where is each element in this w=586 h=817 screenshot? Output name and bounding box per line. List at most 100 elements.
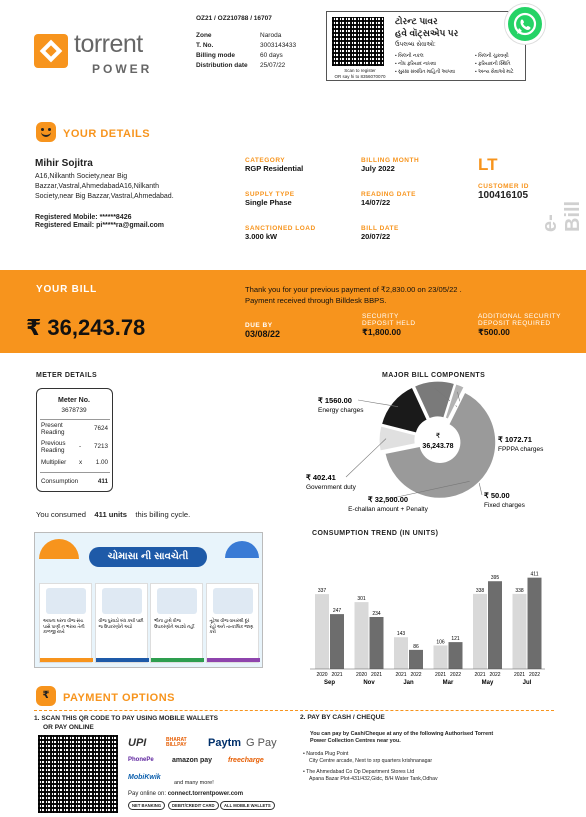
opt2-text: You can pay by Cash/Cheque at any of the…	[310, 731, 494, 744]
payment-divider	[34, 710, 554, 711]
centre-name: • The Ahmedabad Co Op Department Stores …	[303, 769, 415, 775]
wallet-logo-1[interactable]: UPI	[128, 737, 146, 749]
wallet-logo-4[interactable]: G Pay	[246, 737, 277, 749]
tip-illustration	[157, 588, 197, 614]
whatsapp-icon[interactable]	[505, 4, 545, 44]
trend-year-label: 2022	[450, 672, 461, 678]
payment-chip[interactable]: NET BANKING	[128, 801, 166, 810]
wa-title-2: હવે વૉટ્સએપ પર	[395, 28, 459, 38]
billing-month-value: July 2022	[361, 164, 395, 173]
components-title: MAJOR BILL COMPONENTS	[382, 372, 486, 379]
wallet-logo-7[interactable]: freecharge	[228, 757, 264, 764]
header-info-row: T. No. 3003143433	[196, 41, 306, 51]
trend-bar-value: 86	[413, 644, 419, 650]
wallet-logo-2[interactable]: BHARAT BILLPAY	[166, 738, 196, 748]
header-info-key: T. No.	[196, 42, 214, 49]
wa-service-item: • બિલની નકલ	[395, 54, 424, 59]
trend-bar-value: 395	[491, 575, 500, 581]
trend-year-label: 2022	[489, 672, 500, 678]
pie-center-value: 36,243.78	[422, 443, 453, 450]
customer-name: Mihir Sojitra	[35, 158, 93, 169]
wa-service-item: • અન્ય સેવાઓ માટે	[475, 70, 514, 75]
trend-month-label: Sep	[324, 680, 335, 686]
pie-value-label: ₹ 402.41	[306, 473, 336, 482]
previous-payment-msg: Thank you for your previous payment of ₹…	[245, 285, 462, 305]
payment-chip[interactable]: ALL MOBILE WALLETS	[220, 801, 275, 810]
torrent-logo: torrent POWER	[34, 30, 166, 78]
header-info-row: Billing mode 60 days	[196, 51, 306, 61]
sd-label-2: DEPOSIT HELD	[362, 320, 416, 327]
customer-id-label: CUSTOMER ID	[478, 183, 529, 190]
header-info-value: 3003143433	[260, 42, 297, 49]
trend-bar	[369, 617, 384, 669]
header-info: Zone Naroda T. No. 3003143433 Billing mode 60…	[196, 31, 306, 71]
trend-month-label: Nov	[363, 680, 375, 686]
ebill-watermark: e-Bill	[539, 200, 584, 232]
trend-year-label: 2020	[316, 672, 327, 678]
monsoon-tip: વીજ પુરવઠો બંધ કર્યા પછી જ ઉપકરણોને અડો	[94, 583, 149, 663]
wa-say-hi: OR say hi to 8356070070	[334, 73, 386, 79]
wallet-logo-8[interactable]: MobiKwik	[128, 774, 161, 781]
registered-email: Registered Email: pi*****ra@gmail.com	[35, 222, 164, 229]
trend-year-label: 2022	[529, 672, 540, 678]
header-info-key: Billing mode	[196, 52, 235, 59]
opt2-title: 2. PAY BY CASH / CHEQUE	[300, 714, 385, 721]
whatsapp-qr-code[interactable]	[332, 17, 384, 66]
trend-bar-value: 106	[436, 639, 445, 645]
pie-category-label: Energy charges	[318, 407, 364, 414]
wa-service-item: • ફરિયાદની સ્થિતિ	[475, 62, 511, 67]
bill-page: { "header": { "brand_name": "torrent", "…	[0, 0, 586, 817]
monsoon-banner: ચોમાસા ની સાવચેતી આપના ઘરના વીજ સંચ પાસે…	[34, 532, 263, 668]
tip-illustration	[101, 588, 142, 614]
customer-id-value: 100416105	[478, 190, 529, 201]
payment-chips: NET BANKING DEBIT/CREDIT CARD ALL MOBILE W…	[128, 801, 288, 811]
trend-bar	[409, 649, 423, 669]
trend-year-label: 2020	[356, 672, 367, 678]
bill-date-label: BILL DATE	[361, 225, 399, 232]
pie-value-label: ₹ 1560.00	[318, 396, 352, 405]
trend-bar	[330, 614, 344, 669]
pie-value-label: ₹ 50.00	[484, 491, 510, 500]
wallet-logo-3[interactable]: Paytm	[208, 737, 241, 749]
components-pie-chart: ₹ 1560.00 Energy charges ₹ 1072.71 FPPPA ch…	[306, 380, 544, 513]
trend-bar-value: 301	[357, 596, 366, 602]
pie-category-label: E-challan amount + Penalty	[348, 506, 428, 513]
header-info-key: Distribution date	[196, 62, 248, 69]
trend-bar	[354, 602, 369, 669]
wa-service-item: • બિલની ચુકવણી	[475, 54, 509, 59]
trend-month-label: May	[482, 680, 494, 686]
monsoon-tip: તૂટેલા વીજ વાયરથી દૂર રહો અને તાત્કાલિક …	[205, 583, 260, 663]
tip-text: ભીના હાથે વીજ ઉપકરણોને અડશો નહીં	[154, 618, 195, 629]
wallet-logo-5[interactable]: PhonePe	[128, 757, 154, 763]
pie-category-label: Fixed charges	[484, 502, 526, 509]
pie-value-label: ₹ 1072.71	[498, 435, 532, 444]
payment-chip[interactable]: DEBIT/CREDIT CARD	[168, 801, 219, 810]
category-value: RGP Residential	[245, 164, 304, 173]
tip-illustration	[212, 588, 253, 614]
trend-year-label: 2021	[514, 672, 525, 678]
header-info-value: Naroda	[260, 32, 282, 39]
bill-date-value: 20/07/22	[361, 232, 391, 241]
payment-qr-code[interactable]	[38, 735, 118, 813]
trend-bar-value: 247	[333, 608, 342, 614]
pie-category-label: Government duty	[306, 484, 357, 491]
wallet-logo-6[interactable]: amazon pay	[172, 757, 212, 764]
collection-centres: • Naroda Plug Point City Centre arcade, N…	[300, 751, 550, 783]
trend-month-label: Mar	[443, 680, 454, 686]
trend-year-label: 2021	[435, 672, 446, 678]
bill-band: YOUR BILL ₹ 36,243.78 Thank you for your…	[0, 270, 586, 353]
billing-month-label: BILLING MONTH	[361, 157, 420, 164]
trend-bar-value: 337	[318, 588, 327, 594]
brand-sub: POWER	[92, 62, 153, 76]
wa-title-3: ઉપલબ્ધ સેવાઓ:	[395, 42, 436, 48]
trend-year-label: 2021	[371, 672, 382, 678]
online-url-link[interactable]: connect.torrentpower.com	[168, 791, 243, 797]
monsoon-title: ચોમાસા ની સાવચેતી	[89, 547, 207, 567]
header-info-row: Distribution date 25/07/22	[196, 61, 306, 71]
supply-label: SUPPLY TYPE	[245, 191, 295, 198]
trend-bar	[473, 593, 487, 669]
due-date: 03/08/22	[245, 329, 281, 339]
trend-bar	[394, 637, 408, 669]
trend-bar-value: 143	[397, 631, 406, 637]
collection-centre: • The Ahmedabad Co Op Department Stores …	[300, 769, 550, 783]
